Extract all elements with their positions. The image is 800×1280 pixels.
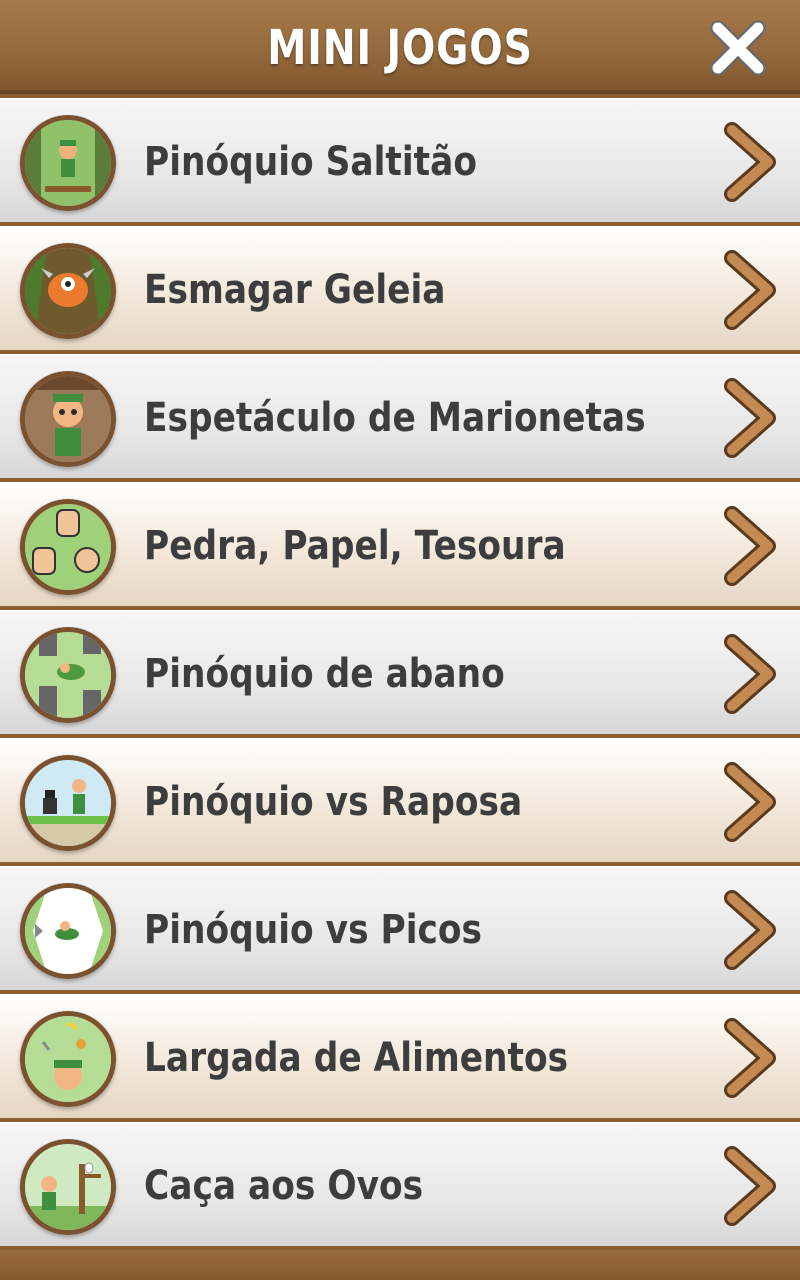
egg-hunt-thumbnail xyxy=(20,1139,116,1235)
mini-games-list: Pinóquio Saltitão Esmagar Geleia Espetác… xyxy=(0,98,800,1250)
flappy-pinocchio-thumbnail xyxy=(20,627,116,723)
game-row-pedra-papel-tesoura[interactable]: Pedra, Papel, Tesoura xyxy=(0,482,800,606)
chevron-right-icon xyxy=(724,122,776,202)
game-label: Pinóquio Saltitão xyxy=(144,139,477,185)
chevron-right-icon xyxy=(724,506,776,586)
game-row-caca-aos-ovos[interactable]: Caça aos Ovos xyxy=(0,1122,800,1246)
chevron-right-icon xyxy=(724,250,776,330)
chevron-right-icon xyxy=(724,1146,776,1226)
page-title: MINI JOGOS xyxy=(267,20,533,76)
game-label: Espetáculo de Marionetas xyxy=(144,395,646,441)
puppet-show-thumbnail xyxy=(20,371,116,467)
pinocchio-jump-thumbnail xyxy=(20,115,116,211)
top-bar: MINI JOGOS xyxy=(0,0,800,94)
game-label: Largada de Alimentos xyxy=(144,1035,569,1081)
game-label: Pinóquio vs Picos xyxy=(144,907,483,953)
rock-paper-scissors-thumbnail xyxy=(20,499,116,595)
game-row-pinoquio-saltitao[interactable]: Pinóquio Saltitão xyxy=(0,98,800,222)
bottom-bar xyxy=(0,1250,800,1280)
game-row-espetaculo-de-marionetas[interactable]: Espetáculo de Marionetas xyxy=(0,354,800,478)
game-label: Esmagar Geleia xyxy=(144,267,446,313)
game-label: Caça aos Ovos xyxy=(144,1163,424,1209)
game-label: Pedra, Papel, Tesoura xyxy=(144,523,566,569)
chevron-right-icon xyxy=(724,762,776,842)
pinocchio-vs-spikes-thumbnail xyxy=(20,883,116,979)
close-x-icon xyxy=(710,20,766,76)
close-button[interactable] xyxy=(706,16,770,80)
game-label: Pinóquio vs Raposa xyxy=(144,779,523,825)
game-row-pinoquio-vs-raposa[interactable]: Pinóquio vs Raposa xyxy=(0,738,800,862)
game-row-largada-de-alimentos[interactable]: Largada de Alimentos xyxy=(0,994,800,1118)
chevron-right-icon xyxy=(724,378,776,458)
game-row-pinoquio-vs-picos[interactable]: Pinóquio vs Picos xyxy=(0,866,800,990)
chevron-right-icon xyxy=(724,1018,776,1098)
chevron-right-icon xyxy=(724,890,776,970)
game-row-pinoquio-de-abano[interactable]: Pinóquio de abano xyxy=(0,610,800,734)
game-label: Pinóquio de abano xyxy=(144,651,505,697)
chevron-right-icon xyxy=(724,634,776,714)
game-row-esmagar-geleia[interactable]: Esmagar Geleia xyxy=(0,226,800,350)
pinocchio-vs-fox-thumbnail xyxy=(20,755,116,851)
jelly-monster-thumbnail xyxy=(20,243,116,339)
food-drop-thumbnail xyxy=(20,1011,116,1107)
